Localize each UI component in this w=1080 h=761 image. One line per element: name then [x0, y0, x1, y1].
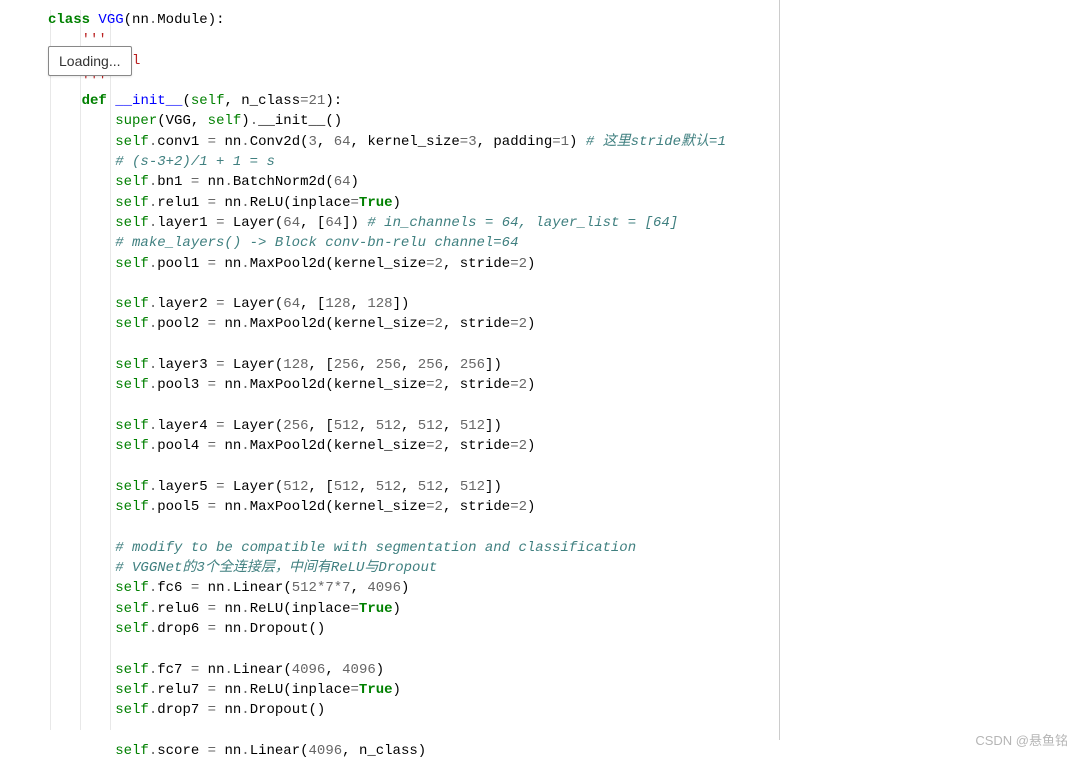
keyword-class: class — [48, 12, 90, 28]
comment: # 这里stride默认=1 — [586, 134, 726, 150]
loading-tooltip: Loading... — [48, 46, 132, 76]
comment: # (s-3+2)/1 + 1 = s — [115, 154, 275, 170]
source-code: class VGG(nn.Module): ''' del ''' def __… — [8, 10, 779, 761]
comment: # make_layers() -> Block conv-bn-relu ch… — [115, 235, 518, 251]
code-block: class VGG(nn.Module): ''' del ''' def __… — [0, 0, 780, 740]
comment: # VGGNet的3个全连接层，中间有ReLU与Dropout — [115, 560, 437, 576]
keyword-def: def — [82, 93, 107, 109]
comment: # modify to be compatible with segmentat… — [115, 540, 636, 556]
class-name: VGG — [98, 12, 123, 28]
loading-label: Loading... — [59, 53, 121, 69]
comment: # in_channels = 64, layer_list = [64] — [367, 215, 678, 231]
function-name: __init__ — [115, 93, 182, 109]
watermark-text: CSDN @悬鱼铭 — [975, 732, 1068, 751]
